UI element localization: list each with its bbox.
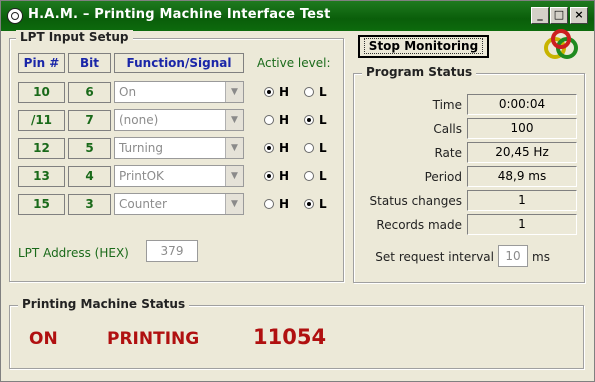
lpt-address-label: LPT Address (HEX) <box>18 246 129 260</box>
status-changes-value: 1 <box>467 190 577 211</box>
logo-icon <box>544 29 578 59</box>
function-select-value: Counter <box>119 197 167 211</box>
pin-cell: 10 <box>18 82 65 103</box>
pin-cell: /11 <box>18 110 65 131</box>
level-l-radio[interactable] <box>304 199 314 209</box>
function-header: Function/Signal <box>114 53 244 73</box>
period-label: Period <box>424 170 462 184</box>
records-made-label: Records made <box>376 218 462 232</box>
title-bar[interactable]: H.A.M. – Printing Machine Interface Test… <box>1 1 594 31</box>
calls-label: Calls <box>433 122 462 136</box>
function-select-value: PrintOK <box>119 169 164 183</box>
level-l-label: L <box>319 197 327 211</box>
stop-monitoring-button[interactable]: Stop Monitoring <box>358 35 489 58</box>
bit-cell: 5 <box>68 138 111 159</box>
level-h-radio[interactable] <box>264 115 274 125</box>
close-button[interactable]: × <box>570 7 588 24</box>
level-l-radio[interactable] <box>304 115 314 125</box>
function-select[interactable]: (none) ▼ <box>114 109 244 131</box>
request-interval-unit: ms <box>532 250 550 264</box>
minimize-button[interactable]: _ <box>531 7 549 24</box>
program-status-title: Program Status <box>362 65 477 79</box>
pin-cell: 15 <box>18 194 65 215</box>
bit-cell: 3 <box>68 194 111 215</box>
level-h-label: H <box>279 85 290 99</box>
level-l-label: L <box>319 113 327 127</box>
level-l-radio[interactable] <box>304 143 314 153</box>
function-select-value: Turning <box>119 141 163 155</box>
active-level-label: Active level: <box>257 56 331 70</box>
status-changes-label: Status changes <box>369 194 462 208</box>
records-made-value: 1 <box>467 214 577 235</box>
bit-cell: 6 <box>68 82 111 103</box>
level-h-label: H <box>279 197 290 211</box>
maximize-button[interactable]: □ <box>550 7 568 24</box>
dropdown-arrow-icon[interactable]: ▼ <box>225 82 243 102</box>
machine-status-title: Printing Machine Status <box>18 297 190 311</box>
pin-cell: 13 <box>18 166 65 187</box>
main-window: H.A.M. – Printing Machine Interface Test… <box>0 0 595 382</box>
print-counter: 11054 <box>253 325 327 349</box>
calls-value: 100 <box>467 118 577 139</box>
function-select-value: (none) <box>119 113 159 127</box>
dropdown-arrow-icon[interactable]: ▼ <box>225 166 243 186</box>
rate-label: Rate <box>434 146 462 160</box>
time-label: Time <box>432 98 462 112</box>
function-select[interactable]: PrintOK ▼ <box>114 165 244 187</box>
pin-header: Pin # <box>18 53 65 73</box>
request-interval-label: Set request interval <box>375 250 494 264</box>
level-h-label: H <box>279 141 290 155</box>
function-select[interactable]: On ▼ <box>114 81 244 103</box>
rate-value: 20,45 Hz <box>467 142 577 163</box>
level-l-label: L <box>319 169 327 183</box>
level-l-label: L <box>319 141 327 155</box>
level-h-radio[interactable] <box>264 143 274 153</box>
level-l-radio[interactable] <box>304 87 314 97</box>
pin-cell: 12 <box>18 138 65 159</box>
level-l-radio[interactable] <box>304 171 314 181</box>
dropdown-arrow-icon[interactable]: ▼ <box>225 110 243 130</box>
bit-cell: 4 <box>68 166 111 187</box>
lpt-address-input[interactable]: 379 <box>146 240 198 262</box>
bit-cell: 7 <box>68 110 111 131</box>
level-h-label: H <box>279 169 290 183</box>
level-h-label: H <box>279 113 290 127</box>
bit-header: Bit <box>68 53 111 73</box>
dropdown-arrow-icon[interactable]: ▼ <box>225 138 243 158</box>
lpt-input-setup-title: LPT Input Setup <box>16 30 133 44</box>
app-icon <box>7 8 23 24</box>
dropdown-arrow-icon[interactable]: ▼ <box>225 194 243 214</box>
level-h-radio[interactable] <box>264 171 274 181</box>
stop-monitoring-label: Stop Monitoring <box>363 38 484 54</box>
level-l-label: L <box>319 85 327 99</box>
period-value: 48,9 ms <box>467 166 577 187</box>
function-select[interactable]: Counter ▼ <box>114 193 244 215</box>
function-select[interactable]: Turning ▼ <box>114 137 244 159</box>
level-h-radio[interactable] <box>264 87 274 97</box>
power-status: ON <box>29 329 58 349</box>
request-interval-input[interactable]: 10 <box>498 245 528 267</box>
function-select-value: On <box>119 85 137 99</box>
window-title: H.A.M. – Printing Machine Interface Test <box>28 7 331 22</box>
level-h-radio[interactable] <box>264 199 274 209</box>
machine-state: PRINTING <box>107 329 200 349</box>
time-value: 0:00:04 <box>467 94 577 115</box>
